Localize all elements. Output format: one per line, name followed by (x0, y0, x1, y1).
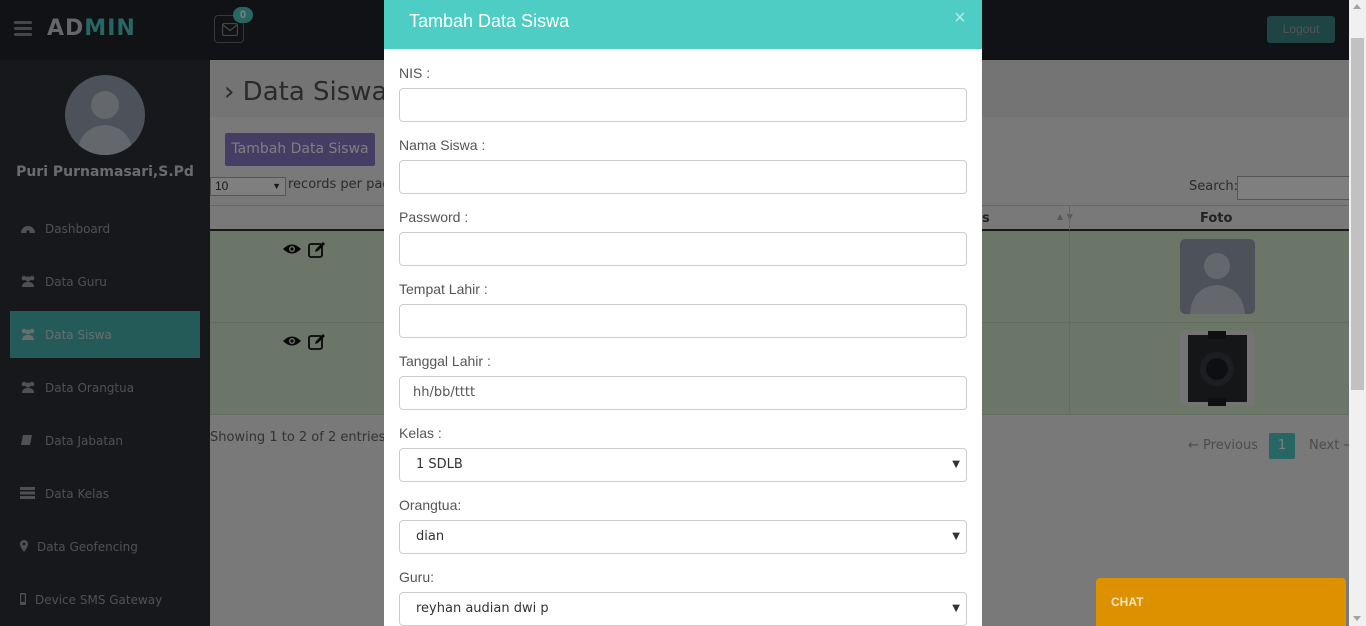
tempat-lahir-input[interactable] (399, 304, 967, 338)
modal-header: Tambah Data Siswa × (384, 0, 982, 49)
tempat-lahir-label: Tempat Lahir : (399, 281, 488, 297)
kelas-select[interactable]: 1 SDLB ▼ (399, 448, 967, 482)
guru-label: Guru: (399, 569, 435, 585)
password-label: Password : (399, 209, 469, 225)
modal-title: Tambah Data Siswa (409, 11, 570, 31)
guru-select[interactable]: reyhan audian dwi p ▼ (399, 592, 967, 626)
nis-label: NIS : (399, 65, 431, 81)
nis-input[interactable] (399, 88, 967, 122)
chat-widget[interactable]: CHAT (1096, 578, 1346, 626)
nama-siswa-input[interactable] (399, 160, 967, 194)
nama-siswa-label: Nama Siswa : (399, 137, 486, 153)
close-icon[interactable]: × (954, 7, 966, 30)
chevron-down-icon: ▼ (952, 459, 960, 470)
kelas-label: Kelas : (399, 425, 442, 441)
page-scrollbar[interactable] (1349, 0, 1366, 626)
scrollbar-thumb[interactable] (1351, 38, 1364, 390)
scroll-down-arrow-icon[interactable] (1353, 616, 1361, 621)
chevron-down-icon: ▼ (952, 603, 960, 614)
scroll-up-arrow-icon[interactable] (1353, 4, 1361, 9)
tanggal-lahir-input[interactable]: hh/bb/tttt (399, 376, 967, 410)
chat-label: CHAT (1111, 595, 1144, 609)
add-student-modal: Tambah Data Siswa × NIS : Nama Siswa : P… (384, 0, 982, 626)
orangtua-label: Orangtua: (399, 497, 462, 513)
chevron-down-icon: ▼ (952, 531, 960, 542)
tanggal-lahir-label: Tanggal Lahir : (399, 353, 491, 369)
orangtua-select[interactable]: dian ▼ (399, 520, 967, 554)
password-input[interactable] (399, 232, 967, 266)
